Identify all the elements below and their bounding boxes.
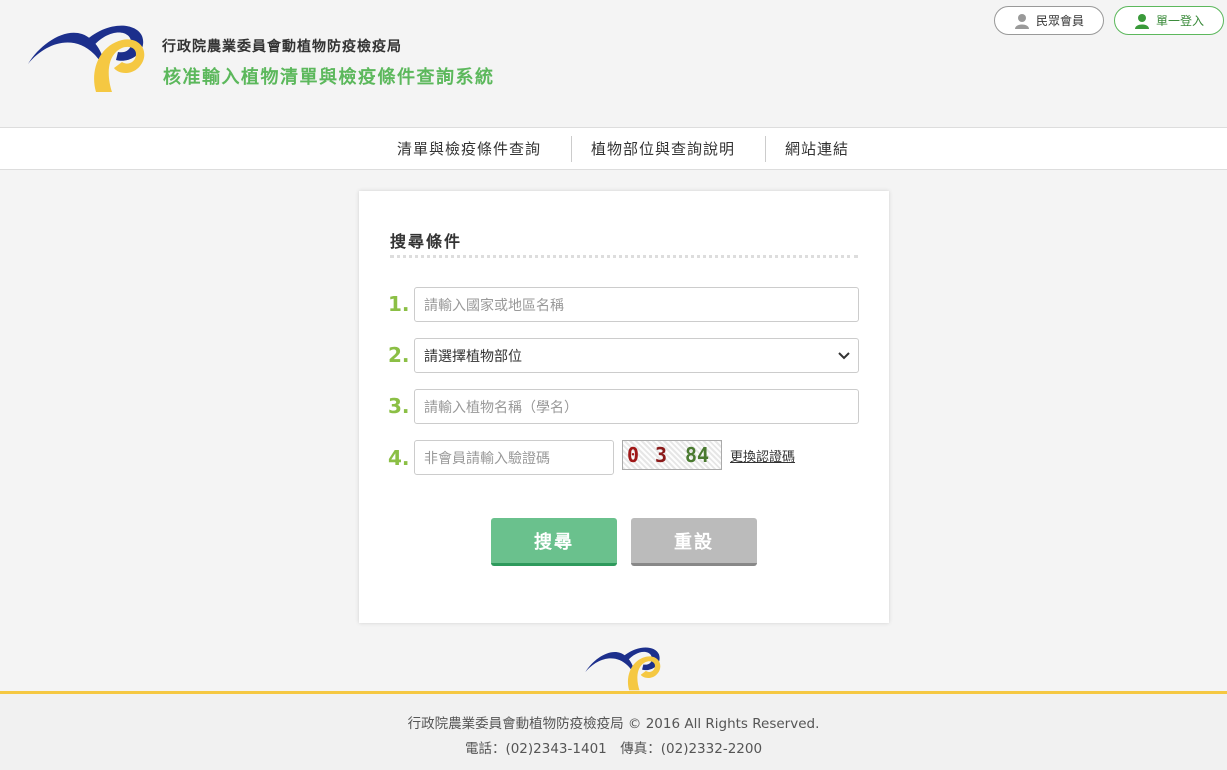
refresh-captcha-link[interactable]: 更換認證碼 (730, 446, 795, 465)
member-login-label: 民眾會員 (1035, 14, 1084, 28)
step-number-1: 1. (388, 292, 410, 316)
step-number-4: 4. (388, 446, 410, 470)
sso-login-label: 單一登入 (1155, 14, 1204, 28)
search-button[interactable]: 搜尋 (491, 518, 617, 566)
step-number-3: 3. (388, 394, 410, 418)
captcha-image: 0 3 84 (622, 440, 722, 470)
title-divider (390, 255, 858, 258)
nav-divider (765, 136, 766, 162)
search-card-title: 搜尋條件 (390, 232, 463, 251)
captcha-input[interactable]: 非會員請輸入驗證碼 (414, 440, 614, 475)
sso-login-button[interactable]: 單一登入 (1114, 6, 1224, 35)
captcha-input-placeholder: 非會員請輸入驗證碼 (424, 450, 550, 467)
reset-button[interactable]: 重設 (631, 518, 757, 566)
nav-divider (571, 136, 572, 162)
baphiq-logo[interactable] (26, 24, 150, 94)
member-login-button[interactable]: 民眾會員 (994, 6, 1104, 35)
nav-item-plant-parts-help[interactable]: 植物部位與查詢說明 (591, 138, 735, 159)
footer-copyright: 行政院農業委員會動植物防疫檢疫局 © 2016 All Rights Reser… (407, 716, 820, 732)
captcha-char: 3 (655, 443, 668, 467)
user-icon (1134, 13, 1150, 29)
user-icon (1014, 13, 1030, 29)
footer-contact: 電話：(02)2343-1401 傳真：(02)2332-2200 (464, 741, 763, 757)
search-card: 搜尋條件 1. 請輸入國家或地區名稱 2. 請選擇植物部位 3. 請輸入植物名稱… (359, 191, 889, 623)
main-nav: 清單與檢疫條件查詢 植物部位與查詢說明 網站連結 (0, 127, 1227, 170)
plant-name-input-placeholder: 請輸入植物名稱（學名） (424, 399, 578, 416)
captcha-char: 84 (685, 443, 710, 467)
nav-item-list-query[interactable]: 清單與檢疫條件查詢 (397, 138, 541, 159)
footer-logo (585, 647, 661, 691)
country-input-placeholder: 請輸入國家或地區名稱 (424, 297, 564, 314)
step-number-2: 2. (388, 343, 410, 367)
plant-part-select[interactable]: 請選擇植物部位 (414, 338, 859, 373)
system-name: 核准輸入植物清單與檢疫條件查詢系統 (163, 67, 495, 88)
nav-item-site-links[interactable]: 網站連結 (785, 138, 849, 159)
chevron-down-icon (838, 348, 850, 364)
plant-part-selected: 請選擇植物部位 (424, 348, 522, 365)
captcha-char: 0 (627, 443, 640, 467)
plant-name-input[interactable]: 請輸入植物名稱（學名） (414, 389, 859, 424)
country-input[interactable]: 請輸入國家或地區名稱 (414, 287, 859, 322)
org-name: 行政院農業委員會動植物防疫檢疫局 (162, 39, 402, 55)
site-footer: 行政院農業委員會動植物防疫檢疫局 © 2016 All Rights Reser… (0, 694, 1227, 770)
site-header: 行政院農業委員會動植物防疫檢疫局 核准輸入植物清單與檢疫條件查詢系統 民眾會員 … (0, 0, 1227, 128)
